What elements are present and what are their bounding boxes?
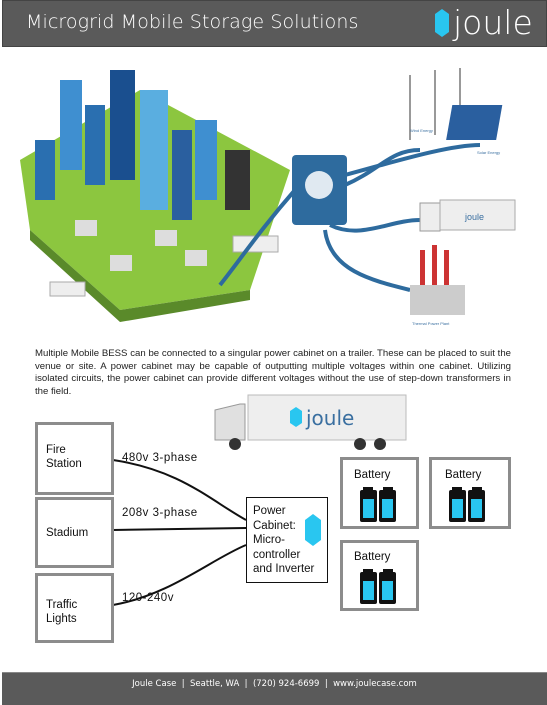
voltage-label: 208v 3-phase — [122, 507, 198, 519]
footer-contact: Joule Case | Seattle, WA | (720) 924-669… — [132, 679, 417, 689]
footer: Joule Case | Seattle, WA | (720) 924-669… — [2, 672, 547, 705]
voltage-label: 120-240v — [122, 592, 174, 604]
battery-label: Battery — [445, 469, 482, 481]
battery-icon — [360, 569, 396, 604]
voltage-label: 480v 3-phase — [122, 452, 198, 464]
load-box-fire-station: Fire Station — [35, 422, 114, 495]
load-label: Fire Station — [46, 444, 82, 470]
battery-label: Battery — [354, 469, 391, 481]
power-cabinet-box: Power Cabinet: Micro- controller and Inv… — [246, 497, 328, 583]
load-box-stadium: Stadium — [35, 497, 114, 568]
battery-box: Battery — [340, 540, 419, 611]
battery-icon — [449, 487, 485, 522]
load-label: Stadium — [46, 527, 89, 539]
hexagon-icon — [305, 514, 321, 546]
battery-box: Battery — [429, 457, 511, 529]
load-box-traffic-lights: Traffic Lights — [35, 573, 114, 643]
battery-box: Battery — [340, 457, 419, 529]
battery-label: Battery — [354, 551, 391, 563]
connection-line — [112, 527, 247, 531]
battery-icon — [360, 487, 396, 522]
load-label: Traffic Lights — [46, 599, 78, 625]
